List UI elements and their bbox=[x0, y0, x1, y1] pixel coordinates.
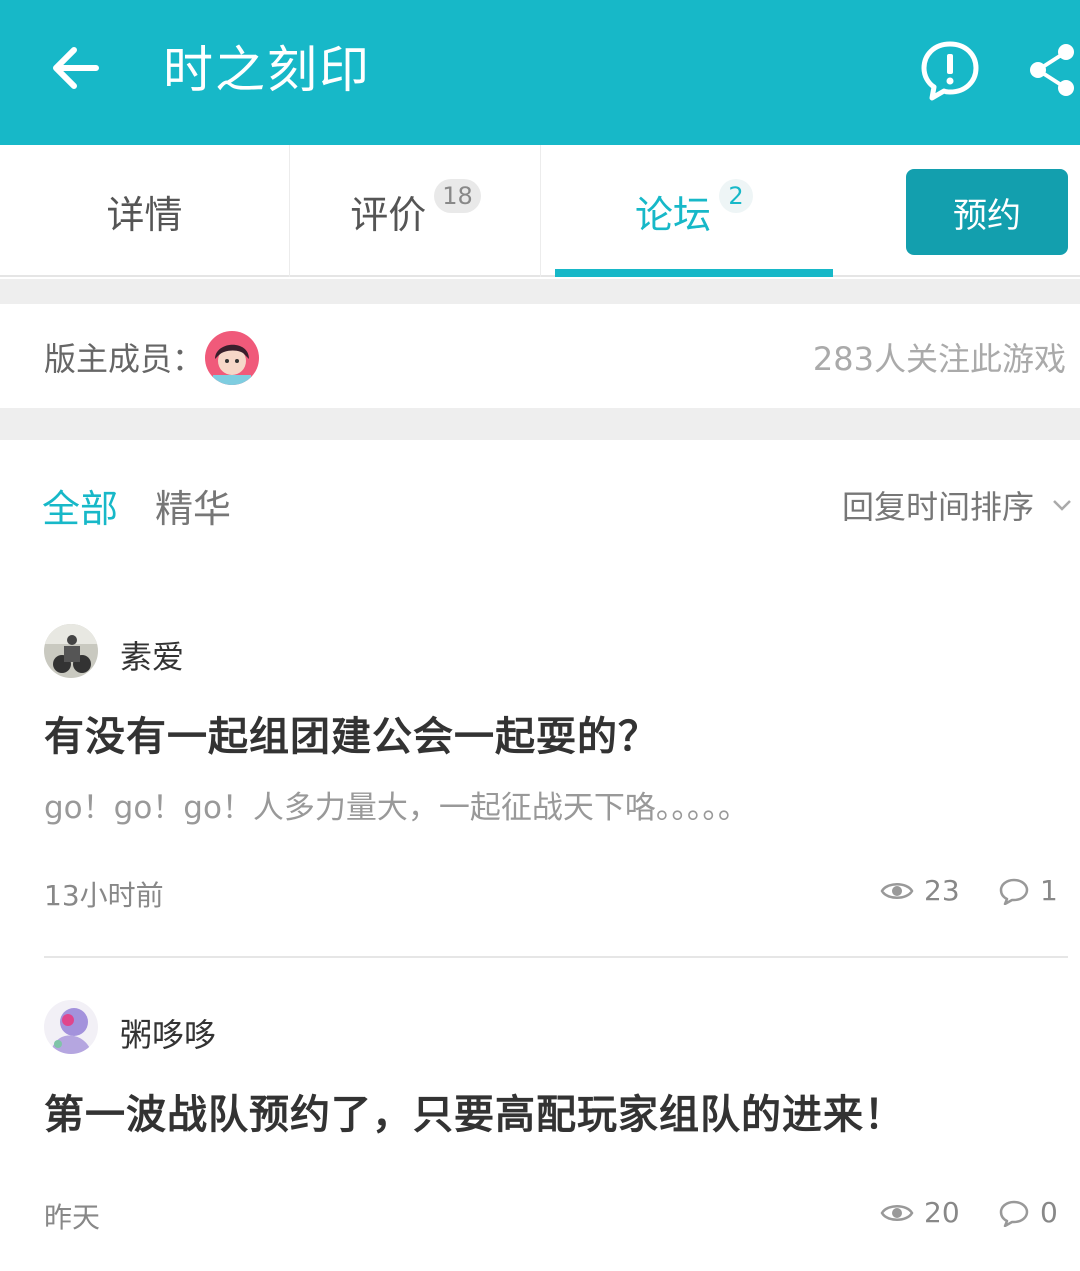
comment-count: 1 bbox=[998, 874, 1058, 907]
post-title[interactable]: 第一波战队预约了，只要高配玩家组队的进来！ bbox=[44, 1082, 905, 1140]
post-time: 13小时前 bbox=[44, 879, 164, 912]
moderator-strip: 版主成员： 283人关注此游戏 bbox=[0, 304, 1080, 408]
post-item[interactable]: 素爱 有没有一起组团建公会一起耍的？ go！go！go！人多力量大，一起征战天下… bbox=[0, 560, 1080, 956]
tab-details[interactable]: 详情 bbox=[0, 145, 290, 277]
comment-count-value: 1 bbox=[1040, 874, 1058, 907]
view-count-value: 20 bbox=[924, 1196, 960, 1229]
post-item[interactable]: 粥哆哆 第一波战队预约了，只要高配玩家组队的进来！ 昨天 20 0 bbox=[0, 958, 1080, 1271]
active-tab-indicator bbox=[555, 269, 833, 277]
post-title[interactable]: 有没有一起组团建公会一起耍的？ bbox=[44, 704, 659, 762]
view-count: 23 bbox=[880, 874, 960, 907]
author-name[interactable]: 素爱 bbox=[120, 632, 184, 678]
comment-count: 0 bbox=[998, 1196, 1058, 1229]
tab-label: 评价 bbox=[350, 192, 427, 237]
tab-forum[interactable]: 论坛 2 bbox=[555, 145, 833, 277]
moderators-label: 版主成员： bbox=[44, 340, 205, 378]
count-badge: 2 bbox=[719, 179, 753, 213]
tab-reviews[interactable]: 评价 18 bbox=[291, 145, 541, 277]
app-bar: 时之刻印 bbox=[0, 0, 1080, 145]
tab-bar: 详情 评价 18 论坛 2 预约 bbox=[0, 145, 1080, 277]
comment-count-value: 0 bbox=[1040, 1196, 1058, 1229]
eye-icon bbox=[880, 1204, 914, 1221]
section-divider bbox=[0, 279, 1080, 304]
comment-icon bbox=[999, 878, 1029, 905]
eye-icon bbox=[880, 882, 914, 899]
filter-all[interactable]: 全部 bbox=[42, 478, 118, 533]
count-badge: 18 bbox=[434, 179, 481, 213]
section-divider bbox=[0, 408, 1080, 440]
moderator-avatar[interactable] bbox=[205, 331, 259, 385]
post-time: 昨天 bbox=[44, 1201, 101, 1234]
view-count: 20 bbox=[880, 1196, 960, 1229]
filter-featured[interactable]: 精华 bbox=[155, 478, 231, 533]
follower-count: 283人关注此游戏 bbox=[812, 340, 1066, 378]
page-title: 时之刻印 bbox=[163, 41, 371, 99]
author-avatar[interactable] bbox=[44, 624, 98, 678]
tab-label: 论坛 bbox=[634, 192, 711, 237]
post-excerpt: go！go！go！人多力量大，一起征战天下咯。。。。。 bbox=[44, 790, 749, 826]
filter-bar: 全部 精华 回复时间排序 bbox=[0, 440, 1080, 560]
reserve-button[interactable]: 预约 bbox=[906, 169, 1068, 255]
back-arrow-icon[interactable] bbox=[40, 32, 112, 104]
chevron-down-icon bbox=[1053, 500, 1071, 511]
comment-icon bbox=[999, 1200, 1029, 1227]
sort-label: 回复时间排序 bbox=[842, 488, 1035, 526]
tab-label: 详情 bbox=[106, 192, 183, 237]
share-icon[interactable] bbox=[1024, 40, 1080, 100]
sort-dropdown[interactable]: 回复时间排序 bbox=[842, 482, 1072, 528]
report-icon[interactable] bbox=[918, 38, 982, 102]
view-count-value: 23 bbox=[924, 874, 960, 907]
author-avatar[interactable] bbox=[44, 1000, 98, 1054]
author-name[interactable]: 粥哆哆 bbox=[120, 1010, 216, 1056]
